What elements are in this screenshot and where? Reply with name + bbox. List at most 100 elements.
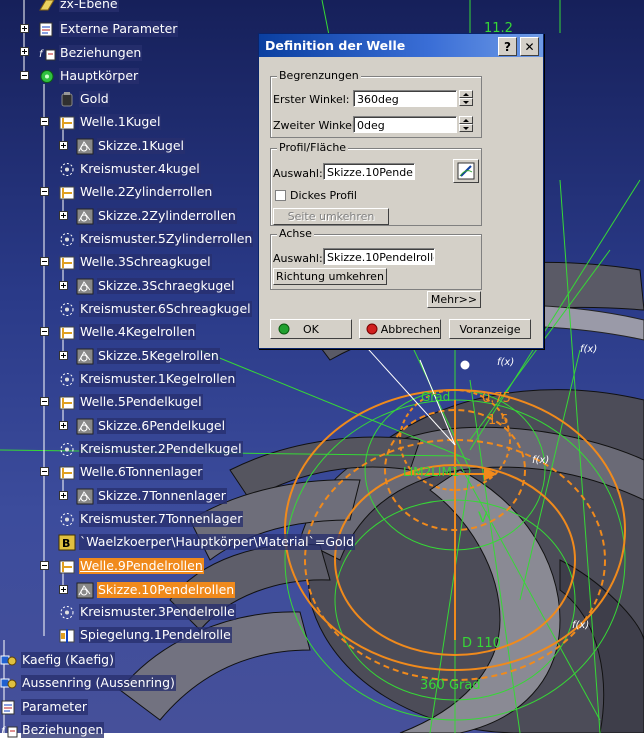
tree-item[interactable]: Welle.9Pendelrollen bbox=[58, 556, 204, 576]
expand-icon[interactable] bbox=[59, 281, 68, 290]
tree-item-label: Skizze.1Kugel bbox=[97, 138, 185, 154]
tree-item[interactable]: Skizze.10Pendelrollen bbox=[76, 580, 236, 600]
tree-item[interactable]: Welle.3Schreagkugel bbox=[58, 252, 212, 272]
collapse-icon[interactable] bbox=[40, 117, 49, 126]
expand-icon[interactable] bbox=[59, 351, 68, 360]
tree-item[interactable]: Skizze.7Tonnenlager bbox=[76, 486, 227, 506]
relations-icon: f bbox=[39, 49, 56, 60]
formula-icon: B bbox=[58, 534, 76, 550]
tree-item-label: Skizze.10Pendelrollen bbox=[97, 582, 236, 598]
sketch-icon bbox=[76, 582, 94, 598]
tree-item-label: Skizze.5Kegelrollen bbox=[97, 348, 220, 364]
tree-item-label: Welle.9Pendelrollen bbox=[79, 558, 204, 574]
second-angle-spinner[interactable] bbox=[459, 116, 473, 133]
collapse-icon[interactable] bbox=[40, 187, 49, 196]
mirror-icon bbox=[59, 628, 75, 643]
tree-item-label: Kreismuster.7Tonnenlager bbox=[79, 511, 244, 527]
tree-item[interactable]: Kreismuster.6Schreagkugel bbox=[58, 299, 252, 319]
ok-button-label: OK bbox=[303, 322, 319, 336]
tree-item[interactable]: f Beziehungen bbox=[38, 43, 143, 63]
spin-down-icon[interactable] bbox=[459, 98, 473, 106]
axis-selection-label: Auswahl: bbox=[273, 252, 323, 265]
tree-item-label: Welle.3Schreagkugel bbox=[79, 254, 212, 270]
tree-item-label: Kreismuster.3Pendelrolle bbox=[79, 604, 236, 620]
axis-selection-input[interactable]: Skizze.10Pendelrollen\ bbox=[323, 248, 435, 265]
shaft-icon bbox=[59, 116, 75, 129]
tree-item[interactable]: Gold bbox=[58, 89, 110, 109]
spin-up-icon[interactable] bbox=[459, 116, 473, 124]
tree-connector-lines bbox=[3, 0, 64, 733]
tree-item[interactable]: Kreismuster.7Tonnenlager bbox=[58, 509, 244, 529]
more-button[interactable]: Mehr>> bbox=[427, 291, 481, 308]
limits-group-title: Begrenzungen bbox=[277, 69, 361, 82]
tree-item[interactable]: Welle.1Kugel bbox=[58, 112, 162, 132]
shaft-icon bbox=[59, 256, 75, 269]
expand-icon[interactable] bbox=[20, 24, 29, 33]
first-angle-spinner[interactable] bbox=[459, 90, 473, 107]
dialog-title-bar[interactable]: Definition der Welle ? ✕ bbox=[259, 34, 543, 57]
tree-item[interactable]: Welle.5Pendelkugel bbox=[58, 392, 203, 412]
sketch-button[interactable] bbox=[453, 159, 479, 183]
expand-icon[interactable] bbox=[20, 47, 29, 56]
tree-item[interactable]: Spiegelung.1Pendelrolle bbox=[58, 625, 232, 645]
preview-button[interactable]: Voranzeige bbox=[449, 319, 531, 339]
collapse-icon[interactable] bbox=[40, 397, 49, 406]
tree-item-label: Beziehungen bbox=[59, 45, 143, 61]
tree-item[interactable]: Parameter bbox=[0, 697, 89, 717]
shaft-icon bbox=[59, 186, 75, 199]
close-button[interactable]: ✕ bbox=[520, 37, 539, 56]
tree-item[interactable]: Skizze.5Kegelrollen bbox=[76, 346, 220, 366]
expand-icon[interactable] bbox=[59, 491, 68, 500]
tree-item[interactable]: B `Waelzkoerper\Hauptkörper\Material`=Gol… bbox=[58, 532, 356, 552]
expand-icon[interactable] bbox=[59, 141, 68, 150]
tree-item[interactable]: Welle.2Zylinderrollen bbox=[58, 182, 214, 202]
tree-item-label: Welle.6Tonnenlager bbox=[79, 464, 204, 480]
collapse-icon[interactable] bbox=[40, 327, 49, 336]
expand-icon[interactable] bbox=[59, 421, 68, 430]
ok-button[interactable]: OK bbox=[270, 319, 352, 339]
tree-item[interactable]: f Beziehungen bbox=[0, 720, 105, 740]
tree-item[interactable]: Skizze.2Zylinderrollen bbox=[76, 206, 237, 226]
sketch-icon bbox=[76, 418, 94, 434]
collapse-icon[interactable] bbox=[40, 257, 49, 266]
tree-item[interactable]: zx-Ebene bbox=[38, 0, 119, 14]
tree-item[interactable]: Skizze.6Pendelkugel bbox=[76, 416, 227, 436]
tree-item[interactable]: Kreismuster.3Pendelrolle bbox=[58, 602, 236, 622]
tree-item[interactable]: Skizze.3Schraegkugel bbox=[76, 276, 236, 296]
second-angle-label: Zweiter Winkel: bbox=[273, 119, 359, 132]
spin-down-icon[interactable] bbox=[459, 124, 473, 132]
tree-item[interactable]: Welle.6Tonnenlager bbox=[58, 462, 204, 482]
plane-icon bbox=[39, 0, 55, 10]
collapse-icon[interactable] bbox=[40, 561, 49, 570]
expand-icon[interactable] bbox=[59, 585, 68, 594]
cancel-button[interactable]: Abbrechen bbox=[359, 319, 441, 339]
tree-item-label: Skizze.2Zylinderrollen bbox=[97, 208, 237, 224]
first-angle-input[interactable]: 360deg bbox=[353, 90, 457, 107]
tree-item[interactable]: Welle.4Kegelrollen bbox=[58, 322, 197, 342]
expand-icon[interactable] bbox=[59, 211, 68, 220]
tree-item[interactable]: Kreismuster.2Pendelkugel bbox=[58, 439, 243, 459]
reverse-direction-button[interactable]: Richtung umkehren bbox=[273, 268, 387, 285]
circular-pattern-icon bbox=[60, 512, 74, 526]
collapse-icon[interactable] bbox=[20, 71, 29, 80]
help-button[interactable]: ? bbox=[498, 37, 517, 56]
tree-item[interactable]: Kaefig (Kaefig) bbox=[0, 650, 115, 670]
tree-item[interactable]: Aussenring (Aussenring) bbox=[0, 673, 176, 693]
first-angle-label: Erster Winkel: bbox=[273, 93, 350, 106]
tree-item[interactable]: Hauptkörper bbox=[38, 66, 140, 86]
tree-item[interactable]: Kreismuster.5Zylinderrollen bbox=[58, 229, 254, 249]
circular-pattern-icon bbox=[60, 605, 74, 619]
circular-pattern-icon bbox=[60, 162, 74, 176]
second-angle-input[interactable]: 0deg bbox=[353, 116, 457, 133]
tree-item[interactable]: Kreismuster.1Kegelrollen bbox=[58, 369, 237, 389]
collapse-icon[interactable] bbox=[40, 467, 49, 476]
tree-item[interactable]: Skizze.1Kugel bbox=[76, 136, 185, 156]
tree-item-label: Welle.2Zylinderrollen bbox=[79, 184, 214, 200]
thick-profile-checkbox[interactable] bbox=[275, 190, 286, 201]
tree-item[interactable]: Externe Parameter bbox=[38, 19, 179, 39]
reverse-side-button[interactable]: Seite umkehren bbox=[273, 208, 389, 225]
svg-text:f: f bbox=[1, 726, 6, 737]
profile-selection-input[interactable]: Skizze.10Pendelrol bbox=[323, 163, 415, 180]
spin-up-icon[interactable] bbox=[459, 90, 473, 98]
tree-item[interactable]: Kreismuster.4kugel bbox=[58, 159, 201, 179]
